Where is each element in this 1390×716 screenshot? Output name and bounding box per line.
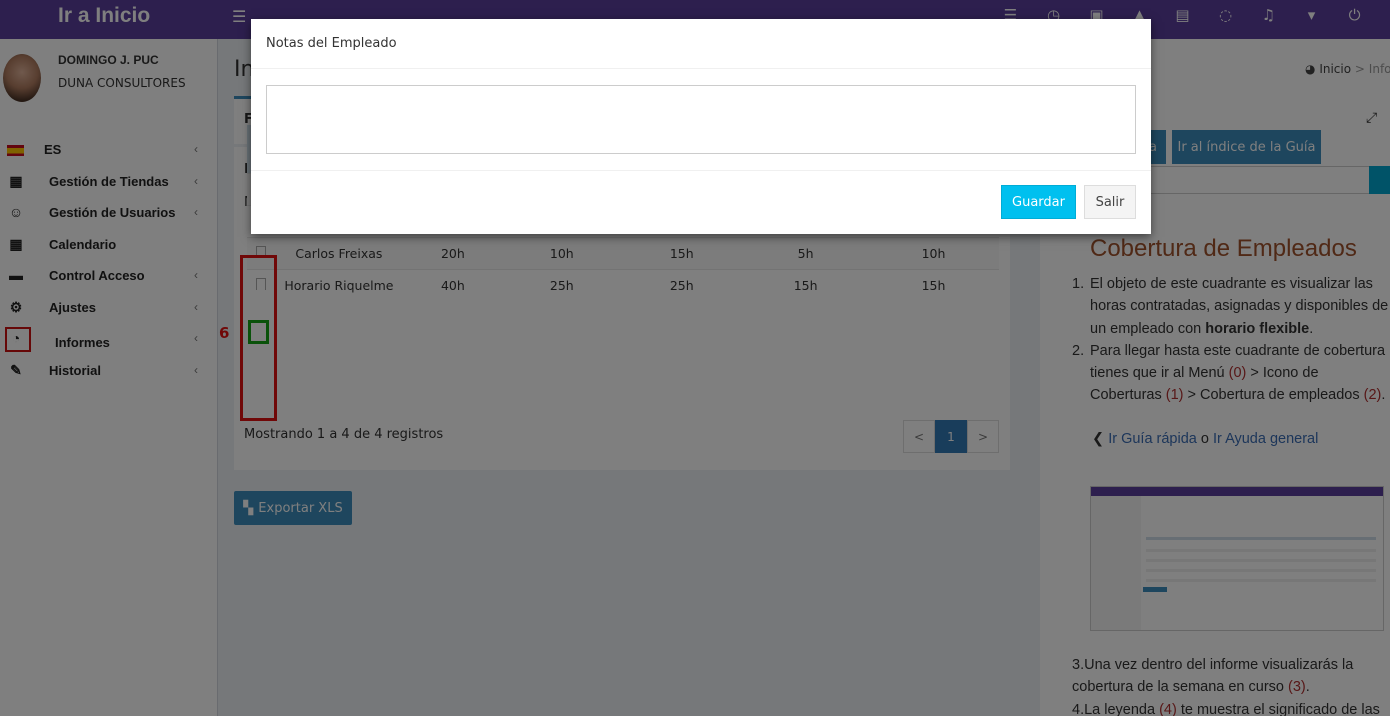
notes-modal: Notas del Empleado Guardar Salir: [251, 19, 1151, 234]
notes-textarea[interactable]: [266, 85, 1136, 154]
modal-header: Notas del Empleado: [251, 19, 1151, 69]
exit-button[interactable]: Salir: [1084, 185, 1136, 219]
save-button[interactable]: Guardar: [1001, 185, 1076, 219]
modal-title: Notas del Empleado: [266, 36, 397, 51]
modal-footer: [251, 170, 1151, 171]
